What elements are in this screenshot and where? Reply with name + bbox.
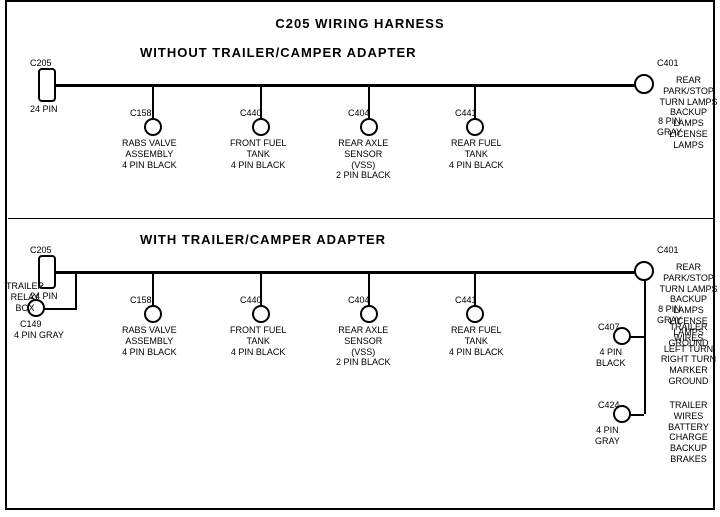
s1-c205-label: C205 <box>30 58 52 69</box>
s2-c407-vline <box>644 281 646 336</box>
s1-c441-id: C441 <box>455 108 477 119</box>
s1-c158-connector <box>144 118 162 136</box>
s1-c404-id: C404 <box>348 108 370 119</box>
s1-c205-pins: 24 PIN <box>30 104 58 115</box>
s1-c440-desc: FRONT FUELTANK4 PIN BLACK <box>230 138 286 170</box>
section2-label: WITH TRAILER/CAMPER ADAPTER <box>140 232 386 247</box>
s2-c441-desc: REAR FUELTANK4 PIN BLACK <box>449 325 504 357</box>
s2-c440-connector <box>252 305 270 323</box>
diagram-area: C205 WIRING HARNESS WITHOUT TRAILER/CAMP… <box>0 0 720 500</box>
s2-c149-vdrop <box>75 273 77 308</box>
s2-c149-id: C149 <box>20 319 42 330</box>
s2-c158-connector <box>144 305 162 323</box>
section1-label: WITHOUT TRAILER/CAMPER ADAPTER <box>140 45 417 60</box>
s1-c401-label: C401 <box>657 58 679 69</box>
s1-c401-pins: REAR PARK/STOPTURN LAMPSBACKUP LAMPSLICE… <box>657 75 720 151</box>
s2-c424-vline <box>644 336 646 414</box>
s2-relay-box-label: TRAILERRELAYBOX <box>6 281 44 313</box>
s1-c440-connector <box>252 118 270 136</box>
s1-c404-connector <box>360 118 378 136</box>
s2-c441-id: C441 <box>455 295 477 306</box>
s2-c158-id: C158 <box>130 295 152 306</box>
s2-c424-pins: 4 PINGRAY <box>595 425 620 447</box>
s2-c407-pins: 4 PINBLACK <box>596 347 626 369</box>
s1-c440-id: C440 <box>240 108 262 119</box>
s2-c404-id: C404 <box>348 295 370 306</box>
s2-c440-desc: FRONT FUELTANK4 PIN BLACK <box>230 325 286 357</box>
s2-c407-id: C407 <box>598 322 620 333</box>
s2-c424-id: C424 <box>598 400 620 411</box>
s1-c158-id: C158 <box>130 108 152 119</box>
s2-c404-desc: REAR AXLESENSOR(VSS)2 PIN BLACK <box>336 325 391 368</box>
s1-c404-desc: REAR AXLESENSOR(VSS)2 PIN BLACK <box>336 138 391 181</box>
s1-c401-connector <box>634 74 654 94</box>
s1-c158-desc: RABS VALVEASSEMBLY4 PIN BLACK <box>122 138 177 170</box>
s2-c407-desc: TRAILER WIRESLEFT TURNRIGHT TURNMARKERGR… <box>657 322 720 387</box>
divider <box>8 218 714 219</box>
s2-c424-desc: TRAILER WIRESBATTERY CHARGEBACKUPBRAKES <box>657 400 720 465</box>
page-title: C205 WIRING HARNESS <box>0 8 720 31</box>
s2-c401-connector <box>634 261 654 281</box>
s1-c441-desc: REAR FUELTANK4 PIN BLACK <box>449 138 504 170</box>
s2-c401-label-id: C401 <box>657 245 679 256</box>
s2-c441-connector <box>466 305 484 323</box>
s2-c205-label: C205 <box>30 245 52 256</box>
s1-c205-connector <box>38 68 56 102</box>
s2-main-wire <box>55 271 645 274</box>
s2-c158-desc: RABS VALVEASSEMBLY4 PIN BLACK <box>122 325 177 357</box>
s1-main-wire <box>55 84 645 87</box>
s2-c404-connector <box>360 305 378 323</box>
s1-c441-connector <box>466 118 484 136</box>
s2-c149-pins: 4 PIN GRAY <box>14 330 64 341</box>
s1-c401-gray: 8 PINGRAY <box>657 116 682 138</box>
s2-c440-id: C440 <box>240 295 262 306</box>
